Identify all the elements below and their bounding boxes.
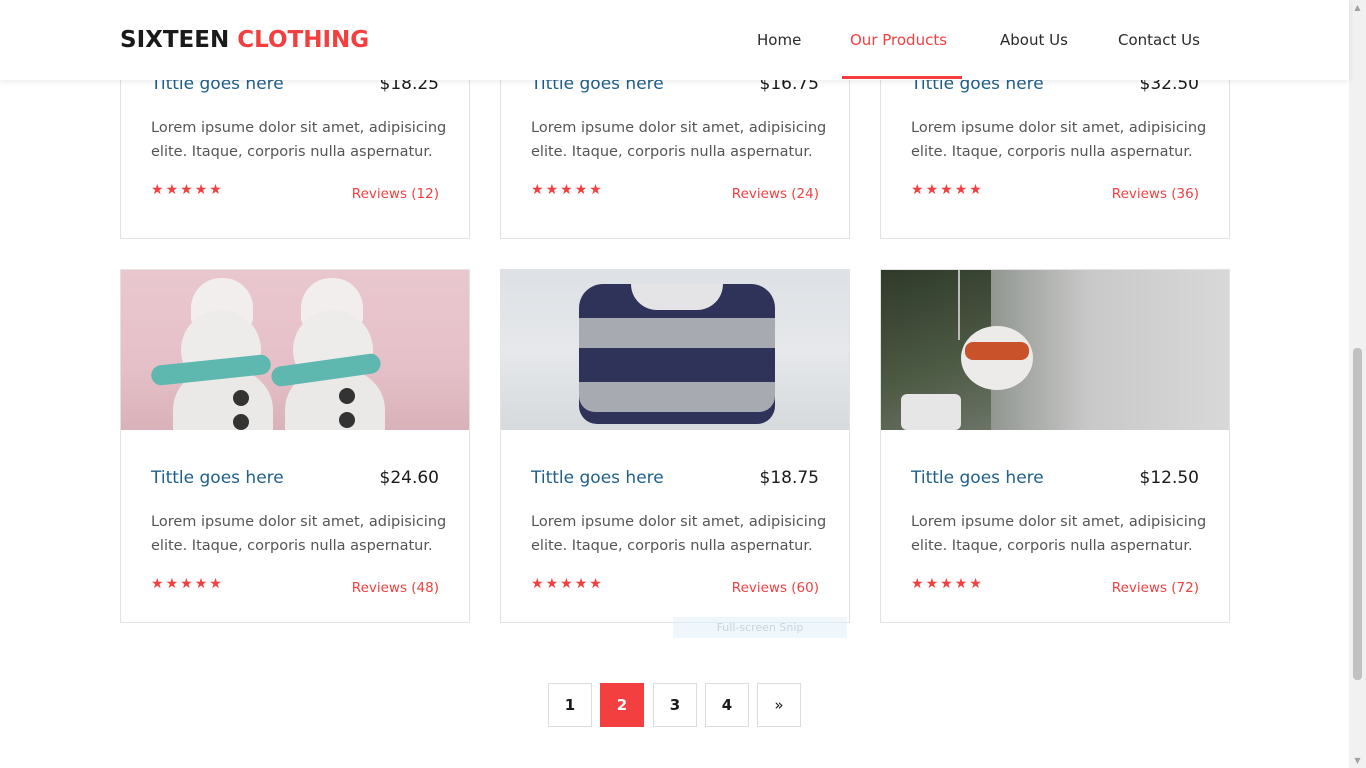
page-button-4[interactable]: 4 xyxy=(705,683,749,727)
star-icon: ★ xyxy=(940,576,955,592)
star-icon: ★ xyxy=(954,576,970,592)
product-description: Lorem ipsume dolor sit amet, adipisicing… xyxy=(531,514,827,554)
tinsel xyxy=(901,394,961,430)
scroll-down-icon[interactable]: ▼ xyxy=(1353,756,1362,765)
page-button-1[interactable]: 1 xyxy=(548,683,592,727)
product-card[interactable]: Tittle goes here $12.50 Lorem ipsume dol… xyxy=(880,269,1230,623)
star-icon: ★ xyxy=(151,182,166,198)
ornament-string xyxy=(958,270,960,340)
star-icon: ★ xyxy=(574,182,590,198)
sweater-stripe xyxy=(579,382,775,412)
star-icon: ★ xyxy=(180,182,195,198)
button xyxy=(339,412,355,428)
star-icon: ★ xyxy=(194,576,210,592)
product-card[interactable]: Tittle goes here $24.60 Lorem ipsume dol… xyxy=(120,269,470,623)
product-image-snowmen[interactable] xyxy=(121,270,469,430)
reviews-link[interactable]: Reviews (12) xyxy=(352,186,439,202)
site-header: SIXTEEN CLOTHING Home Our Products About… xyxy=(0,0,1349,80)
product-description: Lorem ipsume dolor sit amet, adipisicing… xyxy=(531,120,827,160)
rating-stars: ★★★★★ xyxy=(531,576,604,592)
scrollbar-thumb[interactable] xyxy=(1353,348,1362,680)
reviews-link[interactable]: Reviews (36) xyxy=(1112,186,1199,202)
product-title[interactable]: Tittle goes here xyxy=(911,468,1044,488)
product-price: $12.50 xyxy=(1139,468,1199,488)
logo-part-clothing: CLOTHING xyxy=(237,27,370,53)
snip-overlay-label: Full-screen Snip xyxy=(673,617,847,638)
site-logo[interactable]: SIXTEEN CLOTHING xyxy=(120,27,369,53)
sweater-stripe xyxy=(579,318,775,348)
star-icon: ★ xyxy=(925,182,941,198)
rating-stars: ★★★★★ xyxy=(151,576,224,592)
star-icon: ★ xyxy=(560,182,575,198)
rating-stars: ★★★★★ xyxy=(911,182,984,198)
star-icon: ★ xyxy=(165,182,181,198)
rating-stars: ★★★★★ xyxy=(151,182,224,198)
product-card-body: Tittle goes here $12.50 Lorem ipsume dol… xyxy=(881,430,1229,622)
logo-part-sixteen: SIXTEEN xyxy=(120,27,230,53)
button xyxy=(339,388,355,404)
star-icon: ★ xyxy=(969,576,984,592)
product-title[interactable]: Tittle goes here xyxy=(151,468,284,488)
star-icon: ★ xyxy=(545,576,561,592)
button xyxy=(233,414,249,430)
star-icon: ★ xyxy=(925,576,941,592)
reviews-link[interactable]: Reviews (24) xyxy=(732,186,819,202)
nav-about-us[interactable]: About Us xyxy=(1000,31,1068,49)
star-icon: ★ xyxy=(940,182,955,198)
nav-contact-us[interactable]: Contact Us xyxy=(1118,31,1200,49)
page-button-3[interactable]: 3 xyxy=(653,683,697,727)
product-image-sweater[interactable] xyxy=(501,270,849,430)
product-card-body: Tittle goes here $24.60 Lorem ipsume dol… xyxy=(121,430,469,622)
button xyxy=(233,390,249,406)
star-icon: ★ xyxy=(560,576,575,592)
product-price: $24.60 xyxy=(379,468,439,488)
rating-stars: ★★★★★ xyxy=(911,576,984,592)
star-icon: ★ xyxy=(151,576,166,592)
active-nav-underline xyxy=(842,76,962,79)
nav-our-products[interactable]: Our Products xyxy=(850,31,947,49)
reviews-link[interactable]: Reviews (72) xyxy=(1112,580,1199,596)
nav-home[interactable]: Home xyxy=(757,31,801,49)
star-icon: ★ xyxy=(969,182,984,198)
page-button-2[interactable]: 2 xyxy=(600,683,644,727)
star-icon: ★ xyxy=(954,182,970,198)
ornament-scarf xyxy=(965,342,1029,360)
product-description: Lorem ipsume dolor sit amet, adipisicing… xyxy=(151,120,447,160)
product-description: Lorem ipsume dolor sit amet, adipisicing… xyxy=(911,120,1207,160)
star-icon: ★ xyxy=(589,182,604,198)
star-icon: ★ xyxy=(574,576,590,592)
product-card[interactable]: Tittle goes here $18.75 Lorem ipsume dol… xyxy=(500,269,850,623)
reviews-link[interactable]: Reviews (60) xyxy=(732,580,819,596)
product-price: $18.75 xyxy=(759,468,819,488)
star-icon: ★ xyxy=(911,182,926,198)
product-title[interactable]: Tittle goes here xyxy=(531,468,664,488)
star-icon: ★ xyxy=(165,576,181,592)
star-icon: ★ xyxy=(194,182,210,198)
star-icon: ★ xyxy=(531,182,546,198)
star-icon: ★ xyxy=(911,576,926,592)
star-icon: ★ xyxy=(180,576,195,592)
star-icon: ★ xyxy=(545,182,561,198)
sweater-collar xyxy=(631,284,723,310)
star-icon: ★ xyxy=(531,576,546,592)
star-icon: ★ xyxy=(209,576,224,592)
product-image-ornament[interactable] xyxy=(881,270,1229,430)
product-description: Lorem ipsume dolor sit amet, adipisicing… xyxy=(151,514,447,554)
product-description: Lorem ipsume dolor sit amet, adipisicing… xyxy=(911,514,1207,554)
product-card-body: Tittle goes here $18.75 Lorem ipsume dol… xyxy=(501,430,849,622)
reviews-link[interactable]: Reviews (48) xyxy=(352,580,439,596)
next-page-icon[interactable]: » xyxy=(757,683,801,727)
star-icon: ★ xyxy=(209,182,224,198)
scroll-up-icon[interactable]: ▲ xyxy=(1353,3,1362,12)
rating-stars: ★★★★★ xyxy=(531,182,604,198)
page-scrollbar[interactable]: ▲ ▼ xyxy=(1349,0,1366,768)
star-icon: ★ xyxy=(589,576,604,592)
